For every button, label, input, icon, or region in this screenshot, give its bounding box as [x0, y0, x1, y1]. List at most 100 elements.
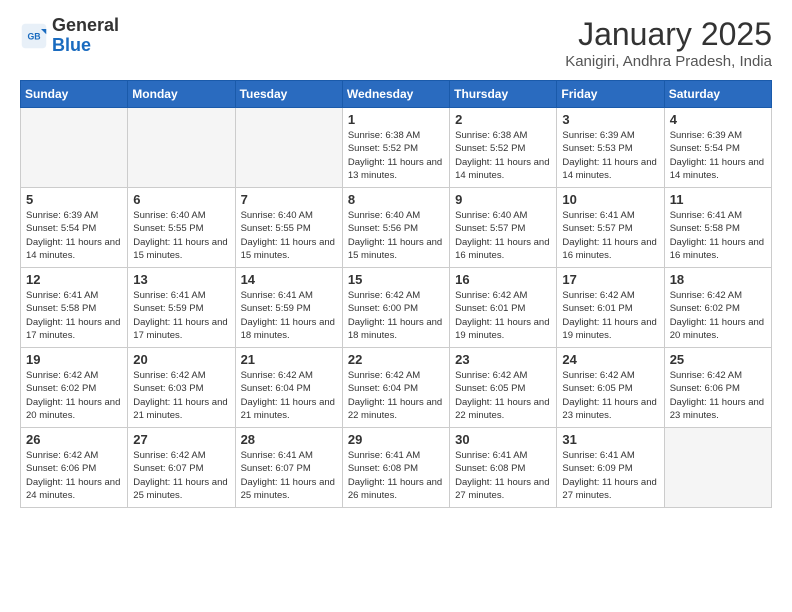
calendar-cell: 12 Sunrise: 6:41 AMSunset: 5:58 PMDayligh… — [21, 268, 128, 348]
day-number: 14 — [241, 272, 337, 287]
day-header-row: SundayMondayTuesdayWednesdayThursdayFrid… — [21, 81, 772, 108]
day-info: Sunrise: 6:41 AMSunset: 6:08 PMDaylight:… — [348, 449, 444, 502]
day-info: Sunrise: 6:38 AMSunset: 5:52 PMDaylight:… — [348, 129, 444, 182]
calendar-cell: 7 Sunrise: 6:40 AMSunset: 5:55 PMDaylight… — [235, 188, 342, 268]
day-info: Sunrise: 6:41 AMSunset: 5:58 PMDaylight:… — [26, 289, 122, 342]
day-header-thursday: Thursday — [450, 81, 557, 108]
calendar-cell: 18Sunrise: 6:42 AMSunset: 6:02 PMDayligh… — [664, 268, 771, 348]
day-header-friday: Friday — [557, 81, 664, 108]
day-number: 17 — [562, 272, 658, 287]
day-info: Sunrise: 6:42 AMSunset: 6:06 PMDaylight:… — [670, 369, 766, 422]
calendar-cell: 27 Sunrise: 6:42 AMSunset: 6:07 PMDayligh… — [128, 428, 235, 508]
day-info: Sunrise: 6:39 AMSunset: 5:54 PMDaylight:… — [26, 209, 122, 262]
day-number: 31 — [562, 432, 658, 447]
day-header-monday: Monday — [128, 81, 235, 108]
page-header: GB General Blue January 2025 Kanigiri, A… — [20, 16, 772, 70]
day-number: 9 — [455, 192, 551, 207]
day-number: 23 — [455, 352, 551, 367]
calendar-cell — [21, 108, 128, 188]
calendar-cell: 9Sunrise: 6:40 AMSunset: 5:57 PMDaylight… — [450, 188, 557, 268]
day-info: Sunrise: 6:41 AMSunset: 5:59 PMDaylight:… — [133, 289, 229, 342]
calendar-cell: 23 Sunrise: 6:42 AMSunset: 6:05 PMDayligh… — [450, 348, 557, 428]
day-number: 10 — [562, 192, 658, 207]
day-info: Sunrise: 6:42 AMSunset: 6:04 PMDaylight:… — [241, 369, 337, 422]
day-info: Sunrise: 6:42 AMSunset: 6:01 PMDaylight:… — [562, 289, 658, 342]
calendar-cell: 29 Sunrise: 6:41 AMSunset: 6:08 PMDayligh… — [342, 428, 449, 508]
svg-text:GB: GB — [27, 31, 40, 41]
day-number: 20 — [133, 352, 229, 367]
calendar-table: SundayMondayTuesdayWednesdayThursdayFrid… — [20, 80, 772, 508]
day-number: 3 — [562, 112, 658, 127]
week-row-4: 19 Sunrise: 6:42 AMSunset: 6:02 PMDayligh… — [21, 348, 772, 428]
day-number: 29 — [348, 432, 444, 447]
day-number: 4 — [670, 112, 766, 127]
day-number: 2 — [455, 112, 551, 127]
day-info: Sunrise: 6:41 AMSunset: 5:57 PMDaylight:… — [562, 209, 658, 262]
day-number: 11 — [670, 192, 766, 207]
day-number: 1 — [348, 112, 444, 127]
day-number: 7 — [241, 192, 337, 207]
calendar-cell: 21 Sunrise: 6:42 AMSunset: 6:04 PMDayligh… — [235, 348, 342, 428]
calendar-cell: 25 Sunrise: 6:42 AMSunset: 6:06 PMDayligh… — [664, 348, 771, 428]
day-info: Sunrise: 6:41 AMSunset: 5:59 PMDaylight:… — [241, 289, 337, 342]
day-info: Sunrise: 6:42 AMSunset: 6:00 PMDaylight:… — [348, 289, 444, 342]
calendar-cell: 16 Sunrise: 6:42 AMSunset: 6:01 PMDayligh… — [450, 268, 557, 348]
day-number: 21 — [241, 352, 337, 367]
calendar-cell: 24 Sunrise: 6:42 AMSunset: 6:05 PMDayligh… — [557, 348, 664, 428]
calendar-cell: 17 Sunrise: 6:42 AMSunset: 6:01 PMDayligh… — [557, 268, 664, 348]
day-number: 5 — [26, 192, 122, 207]
calendar-cell: 8Sunrise: 6:40 AMSunset: 5:56 PMDaylight… — [342, 188, 449, 268]
calendar-cell — [664, 428, 771, 508]
calendar-cell: 15Sunrise: 6:42 AMSunset: 6:00 PMDayligh… — [342, 268, 449, 348]
calendar-cell: 1 Sunrise: 6:38 AMSunset: 5:52 PMDaylight… — [342, 108, 449, 188]
week-row-3: 12 Sunrise: 6:41 AMSunset: 5:58 PMDayligh… — [21, 268, 772, 348]
calendar-cell: 30Sunrise: 6:41 AMSunset: 6:08 PMDayligh… — [450, 428, 557, 508]
day-info: Sunrise: 6:42 AMSunset: 6:01 PMDaylight:… — [455, 289, 551, 342]
day-info: Sunrise: 6:42 AMSunset: 6:04 PMDaylight:… — [348, 369, 444, 422]
logo-icon: GB — [20, 22, 48, 50]
day-info: Sunrise: 6:40 AMSunset: 5:55 PMDaylight:… — [133, 209, 229, 262]
calendar-cell: 13Sunrise: 6:41 AMSunset: 5:59 PMDayligh… — [128, 268, 235, 348]
calendar-cell — [128, 108, 235, 188]
day-info: Sunrise: 6:42 AMSunset: 6:02 PMDaylight:… — [670, 289, 766, 342]
week-row-5: 26Sunrise: 6:42 AMSunset: 6:06 PMDayligh… — [21, 428, 772, 508]
day-number: 16 — [455, 272, 551, 287]
calendar-cell — [235, 108, 342, 188]
calendar-cell: 31 Sunrise: 6:41 AMSunset: 6:09 PMDayligh… — [557, 428, 664, 508]
day-number: 28 — [241, 432, 337, 447]
calendar-cell: 20 Sunrise: 6:42 AMSunset: 6:03 PMDayligh… — [128, 348, 235, 428]
day-info: Sunrise: 6:42 AMSunset: 6:05 PMDaylight:… — [562, 369, 658, 422]
calendar-cell: 3Sunrise: 6:39 AMSunset: 5:53 PMDaylight… — [557, 108, 664, 188]
day-info: Sunrise: 6:39 AMSunset: 5:54 PMDaylight:… — [670, 129, 766, 182]
calendar-cell: 19 Sunrise: 6:42 AMSunset: 6:02 PMDayligh… — [21, 348, 128, 428]
day-info: Sunrise: 6:40 AMSunset: 5:55 PMDaylight:… — [241, 209, 337, 262]
day-header-sunday: Sunday — [21, 81, 128, 108]
day-info: Sunrise: 6:42 AMSunset: 6:03 PMDaylight:… — [133, 369, 229, 422]
calendar-cell: 11Sunrise: 6:41 AMSunset: 5:58 PMDayligh… — [664, 188, 771, 268]
day-info: Sunrise: 6:41 AMSunset: 6:08 PMDaylight:… — [455, 449, 551, 502]
calendar-cell: 22 Sunrise: 6:42 AMSunset: 6:04 PMDayligh… — [342, 348, 449, 428]
day-header-wednesday: Wednesday — [342, 81, 449, 108]
day-info: Sunrise: 6:42 AMSunset: 6:07 PMDaylight:… — [133, 449, 229, 502]
day-header-tuesday: Tuesday — [235, 81, 342, 108]
day-number: 19 — [26, 352, 122, 367]
calendar-cell: 14 Sunrise: 6:41 AMSunset: 5:59 PMDayligh… — [235, 268, 342, 348]
day-number: 12 — [26, 272, 122, 287]
calendar-cell: 6Sunrise: 6:40 AMSunset: 5:55 PMDaylight… — [128, 188, 235, 268]
week-row-2: 5 Sunrise: 6:39 AMSunset: 5:54 PMDaylight… — [21, 188, 772, 268]
day-info: Sunrise: 6:38 AMSunset: 5:52 PMDaylight:… — [455, 129, 551, 182]
day-number: 22 — [348, 352, 444, 367]
day-info: Sunrise: 6:41 AMSunset: 6:07 PMDaylight:… — [241, 449, 337, 502]
week-row-1: 1 Sunrise: 6:38 AMSunset: 5:52 PMDaylight… — [21, 108, 772, 188]
calendar-cell: 4 Sunrise: 6:39 AMSunset: 5:54 PMDaylight… — [664, 108, 771, 188]
day-number: 24 — [562, 352, 658, 367]
day-number: 27 — [133, 432, 229, 447]
day-info: Sunrise: 6:42 AMSunset: 6:02 PMDaylight:… — [26, 369, 122, 422]
day-number: 8 — [348, 192, 444, 207]
day-number: 25 — [670, 352, 766, 367]
day-info: Sunrise: 6:42 AMSunset: 6:05 PMDaylight:… — [455, 369, 551, 422]
day-info: Sunrise: 6:41 AMSunset: 6:09 PMDaylight:… — [562, 449, 658, 502]
location-subtitle: Kanigiri, Andhra Pradesh, India — [565, 53, 772, 70]
logo: GB General Blue — [20, 16, 119, 56]
day-header-saturday: Saturday — [664, 81, 771, 108]
